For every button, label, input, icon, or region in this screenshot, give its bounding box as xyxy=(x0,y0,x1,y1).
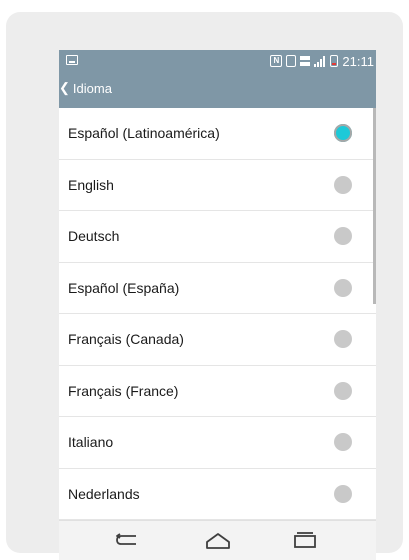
radio-button[interactable] xyxy=(334,227,352,246)
language-label: Nederlands xyxy=(68,485,140,502)
status-icons: N 21:11 xyxy=(270,52,374,70)
language-row-italiano[interactable]: Italiano xyxy=(59,417,376,469)
gallery-notification-icon xyxy=(66,55,78,65)
signal-icon xyxy=(314,55,326,67)
language-list: Español (Latinoamérica) English Deutsch … xyxy=(59,108,376,520)
phone-screen: N 21:11 ❮ Idioma Español (Latinoamérica)… xyxy=(59,50,376,560)
language-label: Español (Latinoamérica) xyxy=(68,125,220,142)
language-row-english[interactable]: English xyxy=(59,160,376,211)
radio-button[interactable] xyxy=(334,278,352,297)
language-row-nederlands[interactable]: Nederlands xyxy=(59,469,376,520)
mobile-data-icon xyxy=(300,56,311,66)
radio-button[interactable] xyxy=(334,330,352,349)
home-button[interactable] xyxy=(204,530,232,550)
status-bar: N 21:11 xyxy=(59,50,376,72)
status-time: 21:11 xyxy=(342,53,374,69)
chevron-left-icon[interactable]: ❮ xyxy=(59,81,70,94)
radio-button[interactable] xyxy=(334,381,352,400)
language-row-deutsch[interactable]: Deutsch xyxy=(59,211,376,263)
language-row-espanol-espana[interactable]: Español (España) xyxy=(59,263,376,314)
app-header: N 21:11 ❮ Idioma xyxy=(59,50,376,108)
vibrate-icon xyxy=(286,55,297,67)
page-title: Idioma xyxy=(72,80,112,96)
scrollbar[interactable] xyxy=(373,108,376,304)
navigation-bar xyxy=(59,520,376,560)
language-row-francais-france[interactable]: Français (France) xyxy=(59,366,376,417)
language-label: Français (Canada) xyxy=(68,331,184,348)
home-icon xyxy=(206,533,230,549)
back-button[interactable] xyxy=(114,530,142,550)
nfc-icon: N xyxy=(270,55,283,67)
phone-frame: N 21:11 ❮ Idioma Español (Latinoamérica)… xyxy=(6,12,403,560)
language-row-francais-canada[interactable]: Français (Canada) xyxy=(59,314,376,366)
language-label: English xyxy=(68,176,114,193)
language-label: Français (France) xyxy=(68,382,179,399)
language-label: Italiano xyxy=(68,434,114,451)
title-bar[interactable]: ❮ Idioma xyxy=(59,79,112,97)
battery-icon xyxy=(330,55,339,67)
language-row-espanol-latinoamerica[interactable]: Español (Latinoamérica) xyxy=(59,108,376,160)
radio-button-selected[interactable] xyxy=(334,124,352,143)
back-icon xyxy=(116,533,136,545)
recent-apps-icon xyxy=(294,532,316,548)
language-label: Español (España) xyxy=(68,279,180,296)
radio-button[interactable] xyxy=(334,484,352,503)
radio-button[interactable] xyxy=(334,433,352,452)
radio-button[interactable] xyxy=(334,175,352,194)
language-label: Deutsch xyxy=(68,228,120,245)
recent-apps-button[interactable] xyxy=(291,530,319,550)
